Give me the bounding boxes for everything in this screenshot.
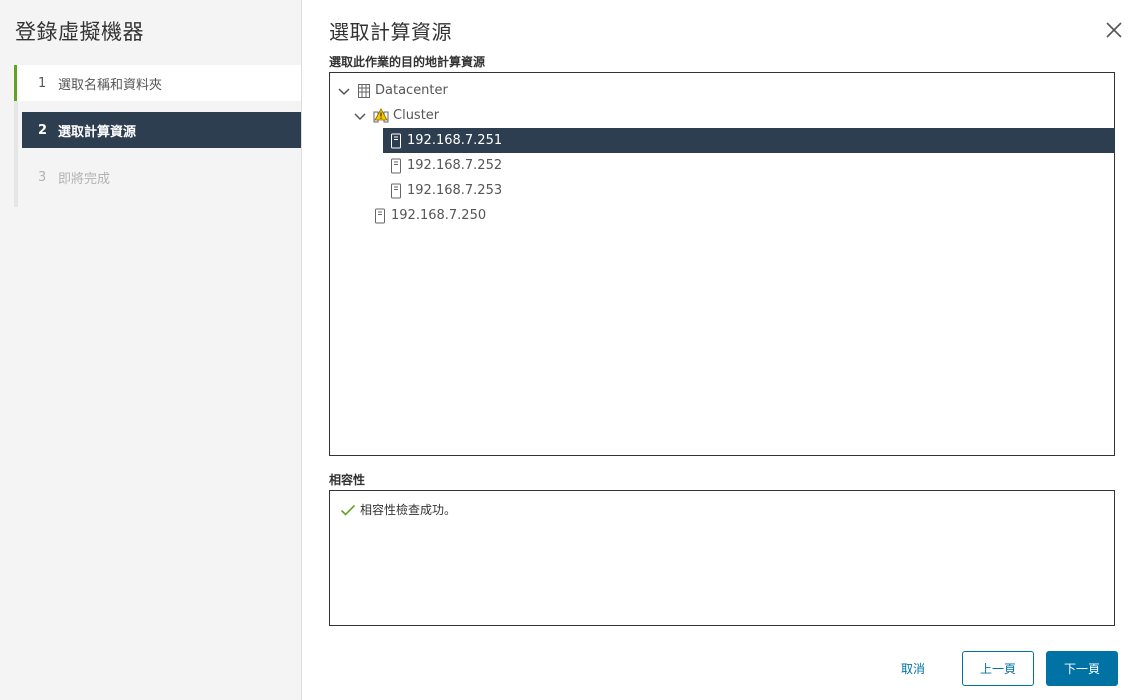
step-label: 選取計算資源 xyxy=(58,124,137,140)
tree-node-label: 192.168.7.251 xyxy=(407,133,503,148)
tree-node-label: Cluster xyxy=(393,108,440,123)
next-button[interactable]: 下一頁 xyxy=(1046,651,1118,686)
step-label: 選取名稱和資料夾 xyxy=(58,77,163,93)
chevron-down-icon[interactable] xyxy=(353,109,367,123)
wizard-main: 選取計算資源 選取此作業的目的地計算資源 Datacenter Cluster … xyxy=(302,0,1130,700)
chevron-down-icon[interactable] xyxy=(337,84,351,98)
tree-node-label: 192.168.7.252 xyxy=(407,158,503,173)
tree-node-label: 192.168.7.253 xyxy=(407,183,503,198)
tree-node-host-251[interactable]: 192.168.7.251 xyxy=(383,128,1115,153)
tree-section-label: 選取此作業的目的地計算資源 xyxy=(329,55,486,69)
close-button[interactable] xyxy=(1104,20,1124,40)
page-title: 選取計算資源 xyxy=(329,20,452,44)
wizard-sidebar: 登錄虛擬機器 1 選取名稱和資料夾 2 選取計算資源 3 即將完成 xyxy=(0,0,302,700)
cancel-button[interactable]: 取消 xyxy=(887,651,939,686)
step-number: 1 xyxy=(38,75,47,91)
step-label: 即將完成 xyxy=(58,171,111,187)
host-icon xyxy=(389,183,403,199)
wizard-title: 登錄虛擬機器 xyxy=(15,20,144,44)
tree-node-cluster[interactable]: Cluster xyxy=(353,103,439,128)
host-icon xyxy=(389,133,403,149)
step-number: 2 xyxy=(38,122,48,138)
step-ready-to-complete: 3 即將完成 xyxy=(14,159,301,195)
checkmark-icon xyxy=(340,503,356,517)
tree-node-host-252[interactable]: 192.168.7.252 xyxy=(389,153,502,178)
cluster-warning-icon xyxy=(373,107,389,124)
close-icon xyxy=(1106,22,1122,38)
tree-node-datacenter[interactable]: Datacenter xyxy=(337,78,448,103)
back-button[interactable]: 上一頁 xyxy=(962,651,1034,686)
step-select-name-folder[interactable]: 1 選取名稱和資料夾 xyxy=(14,65,301,101)
step-select-compute-resource[interactable]: 2 選取計算資源 xyxy=(22,112,301,148)
compatibility-panel: 相容性檢查成功。 xyxy=(329,490,1115,626)
wizard-steps: 1 選取名稱和資料夾 2 選取計算資源 3 即將完成 xyxy=(14,65,301,207)
datacenter-icon xyxy=(357,83,371,99)
compute-resource-tree[interactable]: Datacenter Cluster 192.168.7.251 192.168… xyxy=(329,72,1115,456)
host-icon xyxy=(373,208,387,224)
host-icon xyxy=(389,158,403,174)
tree-node-label: 192.168.7.250 xyxy=(391,208,487,223)
compat-message: 相容性檢查成功。 xyxy=(360,503,457,517)
step-number: 3 xyxy=(38,169,47,185)
tree-node-label: Datacenter xyxy=(375,83,448,98)
compat-status: 相容性檢查成功。 xyxy=(340,501,456,518)
tree-node-host-253[interactable]: 192.168.7.253 xyxy=(389,178,502,203)
compat-section-label: 相容性 xyxy=(329,473,366,487)
tree-node-host-250[interactable]: 192.168.7.250 xyxy=(373,203,486,228)
